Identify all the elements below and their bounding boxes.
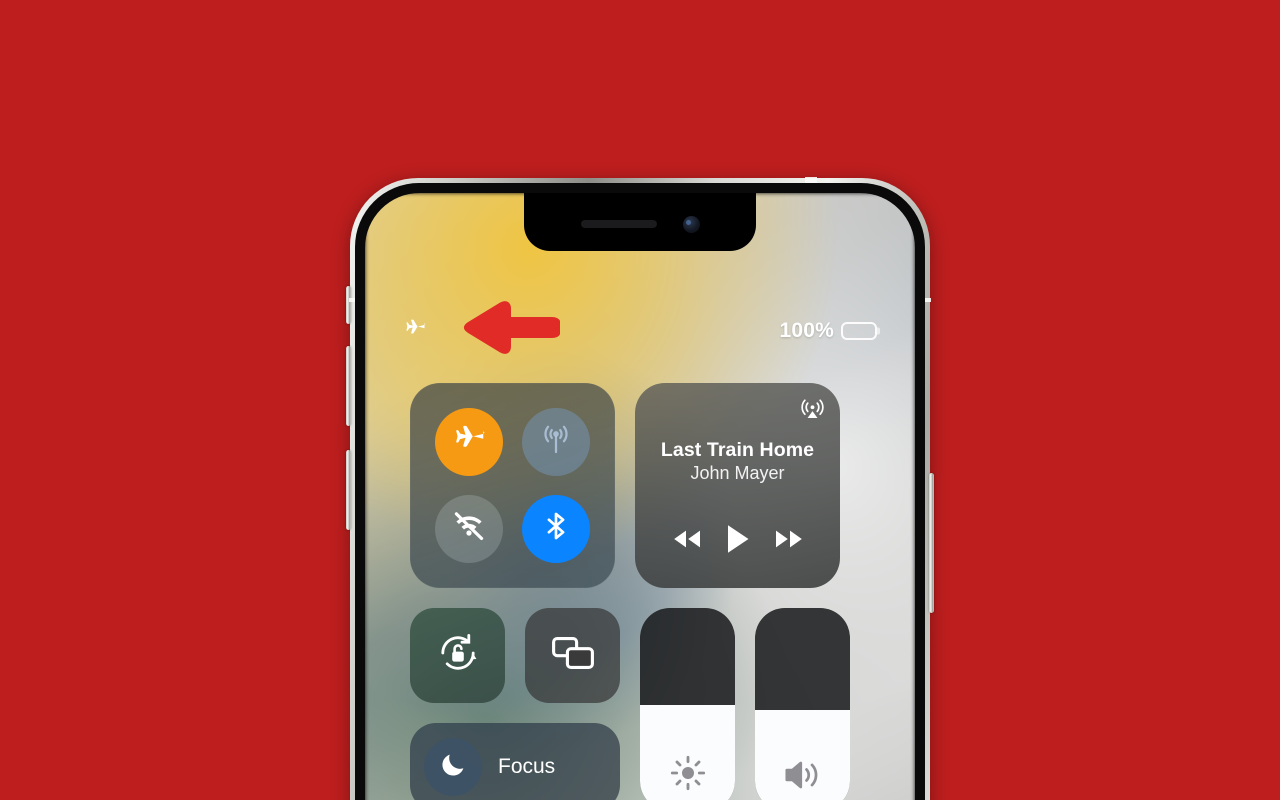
status-bar-left <box>403 317 427 346</box>
brightness-slider[interactable] <box>640 608 735 800</box>
cellular-antenna-icon <box>538 422 574 463</box>
bluetooth-toggle[interactable] <box>521 494 590 563</box>
power-button[interactable] <box>929 473 934 613</box>
status-bar-right: 100% <box>779 319 877 343</box>
ringer-switch[interactable] <box>346 286 351 324</box>
screen-mirroring-tile[interactable] <box>525 608 620 703</box>
track-title: Last Train Home <box>660 439 815 461</box>
airplane-mode-toggle[interactable] <box>435 408 504 477</box>
moon-icon <box>438 750 468 785</box>
wifi-toggle[interactable] <box>435 494 504 563</box>
iphone-device: 100% Last Train Home John Mayer Focus <box>346 177 934 800</box>
earpiece-speaker-icon <box>580 220 657 228</box>
antenna-band-right <box>924 298 931 302</box>
airplane-mode-status-icon <box>403 317 427 346</box>
control-center-row-2: Focus <box>410 608 870 800</box>
track-artist: John Mayer <box>690 463 785 483</box>
connectivity-module[interactable] <box>410 383 615 588</box>
volume-icon <box>755 757 850 793</box>
screenshot-stage: 100% Last Train Home John Mayer Focus <box>0 0 1280 800</box>
rotation-lock-tile[interactable] <box>410 608 505 703</box>
playback-controls <box>649 523 826 560</box>
control-center-grid: Last Train Home John Mayer Focus <box>410 383 870 800</box>
wifi-off-icon <box>451 508 487 549</box>
now-playing-widget[interactable]: Last Train Home John Mayer <box>635 383 840 588</box>
red-arrow-annotation <box>460 300 561 355</box>
play-button[interactable] <box>725 523 751 560</box>
volume-up-button[interactable] <box>346 346 351 426</box>
focus-tile[interactable]: Focus <box>410 723 620 800</box>
volume-slider[interactable] <box>755 608 850 800</box>
volume-down-button[interactable] <box>346 450 351 530</box>
fast-forward-button[interactable] <box>772 526 806 557</box>
rotation-lock-icon <box>434 629 482 682</box>
phone-screen: 100% Last Train Home John Mayer Focus <box>365 193 915 800</box>
slider-group <box>640 608 850 800</box>
rewind-button[interactable] <box>670 526 704 557</box>
front-camera-icon <box>682 215 700 233</box>
phone-bezel: 100% Last Train Home John Mayer Focus <box>355 183 925 800</box>
now-playing-text: Last Train Home John Mayer <box>649 439 826 484</box>
focus-icon-circle <box>424 738 482 796</box>
utility-tiles <box>410 608 620 703</box>
control-center-left-column: Focus <box>410 608 620 800</box>
screen-mirroring-icon <box>550 634 596 677</box>
control-center: Last Train Home John Mayer Focus <box>365 193 915 800</box>
battery-percentage: 100% <box>779 319 834 342</box>
focus-label: Focus <box>498 755 556 778</box>
control-center-row-1: Last Train Home John Mayer <box>410 383 870 588</box>
battery-icon <box>841 322 877 340</box>
brightness-icon <box>640 753 735 793</box>
cellular-data-toggle[interactable] <box>521 408 590 477</box>
airplay-icon[interactable] <box>799 395 826 427</box>
bluetooth-icon <box>539 509 573 548</box>
notch <box>524 193 756 251</box>
status-bar: 100% <box>365 317 915 345</box>
airplane-icon <box>451 422 487 463</box>
